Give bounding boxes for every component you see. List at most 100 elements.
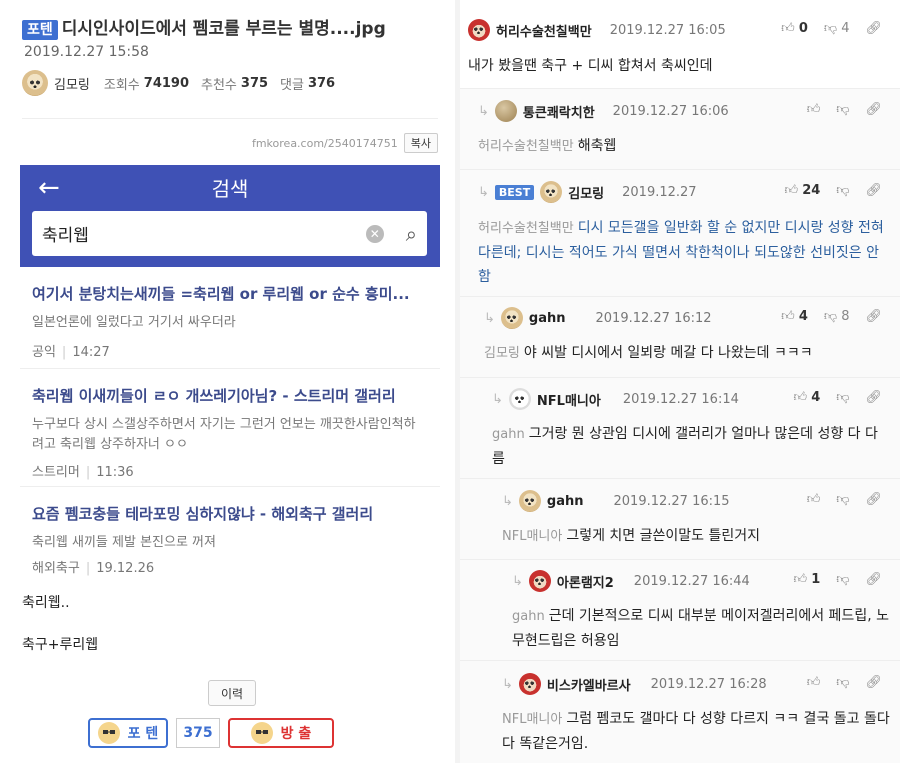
commenter-avatar[interactable]: [518, 490, 541, 512]
thumbs-down-icon[interactable]: 👎︎: [836, 183, 849, 198]
commenter-nick[interactable]: gahn: [529, 311, 566, 326]
thumbs-up-icon[interactable]: 👍︎ 1: [794, 572, 821, 587]
result-body: 누구보다 상시 스갤상주하면서 자기는 그런거 언보는 깨끗한사람인척하려고 축…: [32, 417, 416, 452]
search-result: 축리웹 이새끼들이 ㄹㅇ 개쓰레기아님? - 스트리머 갤러리 누구보다 상시 …: [20, 369, 440, 487]
recommends-label: 추천수: [201, 77, 237, 93]
commenter-avatar[interactable]: [468, 19, 490, 41]
link-icon[interactable]: 🔗︎: [865, 492, 882, 507]
comments-count: 376: [307, 75, 336, 91]
reply-arrow-icon: ↳: [502, 493, 513, 509]
recommends-count: 375: [240, 75, 269, 91]
comment-header: ↳ 통큰쾌락치한 2019.12.27 16:06: [478, 98, 729, 124]
search-icon: ⌕: [405, 221, 417, 246]
link-icon[interactable]: 🔗︎: [865, 675, 882, 690]
thumbs-down-icon[interactable]: 👎︎ 4: [824, 21, 850, 36]
thumbs-down-icon[interactable]: 👎︎: [836, 390, 849, 405]
commenter-avatar[interactable]: [508, 388, 531, 410]
thumbs-up-icon[interactable]: 👍︎: [807, 675, 821, 690]
post-body-line: 축리웹..: [22, 595, 70, 611]
reply-to: 김모링: [484, 346, 520, 361]
comment-header: 허리수술천칠백만 2019.12.27 16:05: [468, 17, 726, 43]
commenter-nick[interactable]: 비스카엘바르사: [547, 675, 631, 694]
vote-count: 375: [176, 718, 220, 748]
reply-to: 허리수술천칠백만: [478, 221, 574, 236]
thumbs-down-icon[interactable]: 👎︎: [836, 675, 849, 690]
post-meta: 김모링 조회수 74190 추천수 375 댓글 376: [22, 70, 347, 96]
commenter-nick[interactable]: gahn: [547, 494, 584, 509]
thumbs-down-icon[interactable]: 👎︎ 8: [824, 309, 850, 324]
thumbs-up-icon[interactable]: 👍︎: [807, 102, 821, 117]
comment-text: NFL매니아 그럼 펨코도 갤마다 다 성향 다르지 ㅋㅋ 결국 돌고 돌다 다 …: [502, 707, 892, 756]
link-icon[interactable]: 🔗︎: [865, 21, 882, 36]
commenter-avatar[interactable]: [540, 181, 563, 203]
history-button[interactable]: 이력: [208, 680, 256, 706]
commenter-avatar[interactable]: [518, 673, 541, 695]
reply-to: 허리수술천칠백만: [478, 139, 574, 154]
comment-date: 2019.12.27 16:44: [633, 573, 750, 589]
thumbs-up-icon[interactable]: 👍︎ 4: [794, 390, 821, 405]
potten-vote-label: 포 텐: [127, 726, 159, 742]
bangchul-vote-button[interactable]: 방 출: [228, 718, 334, 748]
result-source: 해외축구: [32, 561, 80, 576]
comment-date: 2019.12.27 16:14: [622, 391, 739, 407]
result-body: 일본언론에 일렀다고 거기서 싸우더라: [32, 315, 236, 330]
search-header: ← 검색 축리웹 ✕ ⌕: [20, 165, 440, 267]
comment-header: ↳ 비스카엘바르사 2019.12.27 16:28: [502, 671, 767, 697]
comment-actions: 👍︎ 24 👎︎ 🔗︎: [784, 183, 882, 198]
result-meta: 해외축구 | 19.12.26: [32, 561, 155, 576]
post-date: 2019.12.27 15:58: [24, 44, 149, 60]
search-result: 여기서 분탕치는새끼들 =축리웹 or 루리웹 or 순수 흥미... 일본언론…: [20, 267, 440, 369]
link-icon[interactable]: 🔗︎: [865, 572, 882, 587]
commenter-avatar[interactable]: [528, 570, 551, 592]
comment-date: 2019.12.27 16:05: [609, 22, 726, 38]
result-meta: 공익 | 14:27: [32, 345, 110, 360]
comment-body: 그렇게 치면 글쓴이말도 틀린거지: [566, 528, 760, 544]
link-icon[interactable]: 🔗︎: [865, 102, 882, 117]
thumbs-up-icon[interactable]: 👍︎ 24: [784, 183, 820, 198]
thumbs-down-icon[interactable]: 👎︎: [836, 102, 849, 117]
comment-text: 허리수술천칠백만 해축웹: [478, 134, 888, 159]
result-source: 공익: [32, 345, 56, 360]
best-badge: BEST: [494, 184, 535, 200]
commenter-nick[interactable]: 아론램지2: [557, 572, 614, 591]
reply-arrow-icon: ↳: [478, 103, 489, 119]
author-name[interactable]: 김모링: [54, 74, 90, 93]
commenter-nick[interactable]: NFL매니아: [537, 390, 601, 409]
thumbs-up-icon[interactable]: 👍︎ 0: [781, 21, 808, 36]
comment-actions: 👍︎ 👎︎ 🔗︎: [807, 675, 882, 690]
commenter-nick[interactable]: 통큰쾌락치한: [523, 102, 595, 121]
post-url[interactable]: fmkorea.com/2540174751: [252, 137, 398, 150]
commenter-avatar[interactable]: [494, 100, 517, 122]
reply-to: NFL매니아: [502, 529, 563, 544]
post-body-line: 축구+루리웹: [22, 637, 99, 653]
link-icon[interactable]: 🔗︎: [865, 390, 882, 405]
potten-vote-button[interactable]: 포 텐: [88, 718, 168, 748]
comment-actions: 👍︎ 👎︎ 🔗︎: [807, 102, 882, 117]
result-title: 여기서 분탕치는새끼들 =축리웹 or 루리웹 or 순수 흥미...: [32, 285, 410, 303]
thumbs-down-icon[interactable]: 👎︎: [836, 492, 849, 507]
commenter-avatar[interactable]: [500, 307, 523, 329]
thumbs-down-icon[interactable]: 👎︎: [836, 572, 849, 587]
commenter-nick[interactable]: 허리수술천칠백만: [496, 21, 592, 40]
copy-button[interactable]: 복사: [403, 133, 438, 153]
result-time: 11:36: [96, 465, 134, 480]
commenter-nick[interactable]: 김모링: [568, 183, 604, 202]
link-icon[interactable]: 🔗︎: [865, 183, 882, 198]
reply-arrow-icon: ↳: [502, 676, 513, 692]
comment-body: 근데 기본적으로 디씨 대부분 메이저겔러리에서 페드립, 노무현드립은 허용임: [512, 608, 889, 649]
result-body: 축리웹 새끼들 제발 본진으로 꺼져: [32, 535, 216, 550]
thumbs-up-icon[interactable]: 👍︎ 4: [781, 309, 808, 324]
comment-text: 김모링 야 씨발 디시에서 일뵈랑 메갈 다 나왔는데 ㅋㅋㅋ: [484, 341, 884, 366]
comment-actions: 👍︎ 0 👎︎ 4 🔗︎: [781, 21, 882, 36]
thumbs-up-icon[interactable]: 👍︎: [807, 492, 821, 507]
author-avatar[interactable]: [22, 70, 48, 96]
reply-arrow-icon: ↳: [478, 184, 489, 200]
post-title: 디시인사이드에서 펨코를 부르는 별명....jpg: [61, 19, 386, 39]
reply-arrow-icon: ↳: [492, 391, 503, 407]
comments-panel: 허리수술천칠백만 2019.12.27 16:05 👍︎ 0 👎︎ 4 🔗︎ 내…: [455, 0, 900, 763]
comment-header: ↳ 아론램지2 2019.12.27 16:44: [512, 568, 750, 594]
comment-body: 야 씨발 디시에서 일뵈랑 메갈 다 나왔는데 ㅋㅋㅋ: [523, 345, 813, 361]
bangchul-vote-label: 방 출: [280, 726, 312, 742]
search-result: 요즘 펨코충들 테라포밍 심하지않냐 - 해외축구 갤러리 축리웹 새끼들 제발…: [20, 487, 440, 583]
link-icon[interactable]: 🔗︎: [865, 309, 882, 324]
